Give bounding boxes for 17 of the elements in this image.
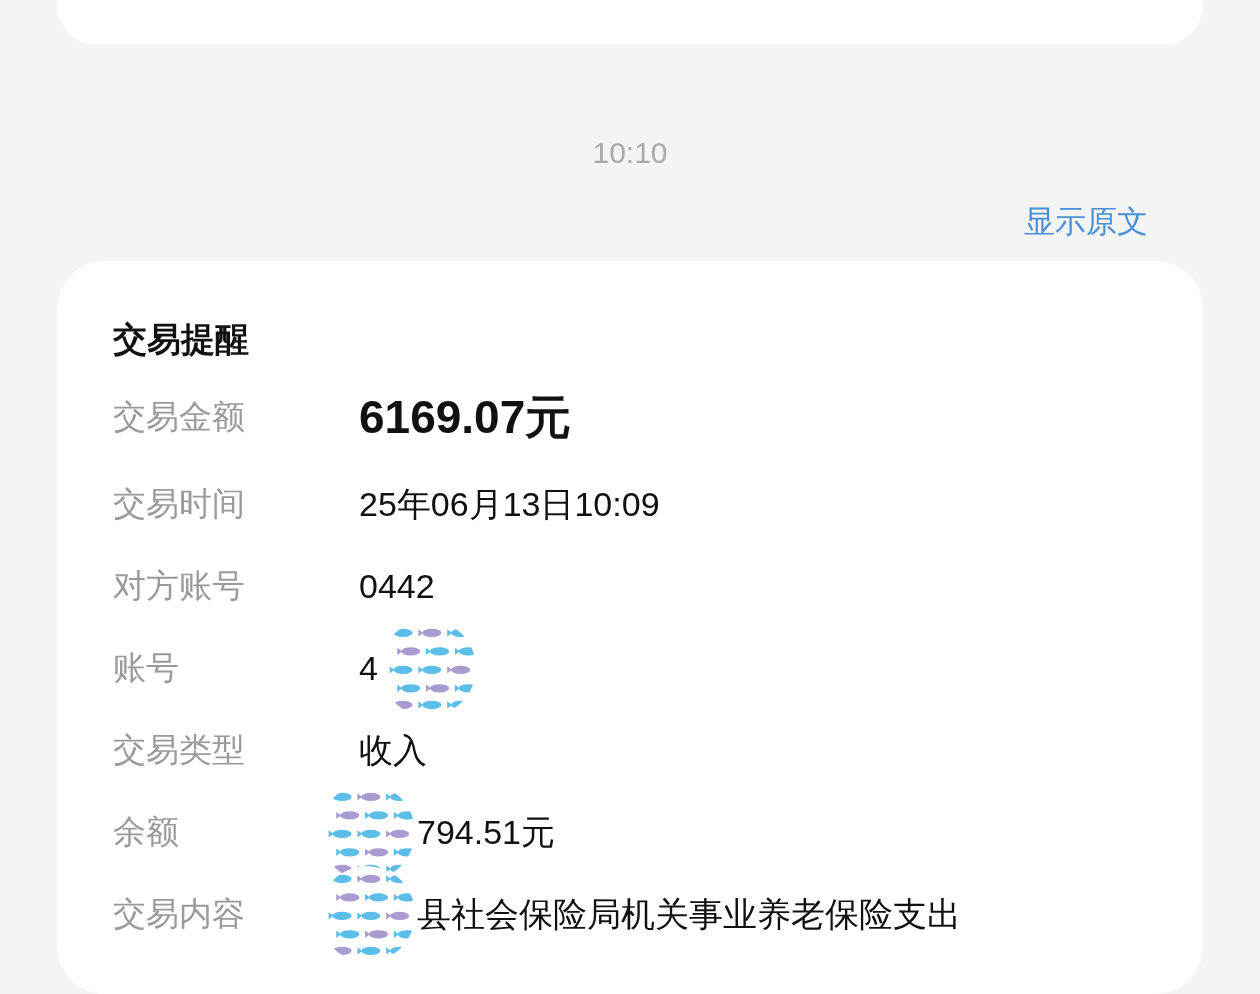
field-value: 0442 bbox=[359, 566, 435, 607]
field-label: 交易类型 bbox=[113, 729, 246, 771]
amount-value: 6169.07元 bbox=[359, 390, 572, 445]
field-value: 收入 bbox=[359, 730, 427, 771]
message-time: 10:10 bbox=[592, 135, 668, 171]
show-original-link[interactable]: 显示原文 bbox=[1024, 199, 1148, 243]
field-label: 交易金额 bbox=[113, 396, 246, 438]
field-value: 25年06月13日10:09 bbox=[359, 484, 660, 525]
field-value: 4 bbox=[359, 648, 378, 689]
field-label: 余额 bbox=[113, 811, 180, 853]
field-label: 交易内容 bbox=[113, 893, 246, 935]
card-title: 交易提醒 bbox=[113, 318, 250, 361]
field-label: 交易时间 bbox=[113, 483, 246, 525]
field-value: 县社会保险局机关事业养老保险支出 bbox=[417, 894, 961, 935]
field-label: 对方账号 bbox=[113, 565, 246, 607]
field-value: 794.51元 bbox=[417, 812, 555, 853]
field-label: 账号 bbox=[113, 647, 180, 689]
